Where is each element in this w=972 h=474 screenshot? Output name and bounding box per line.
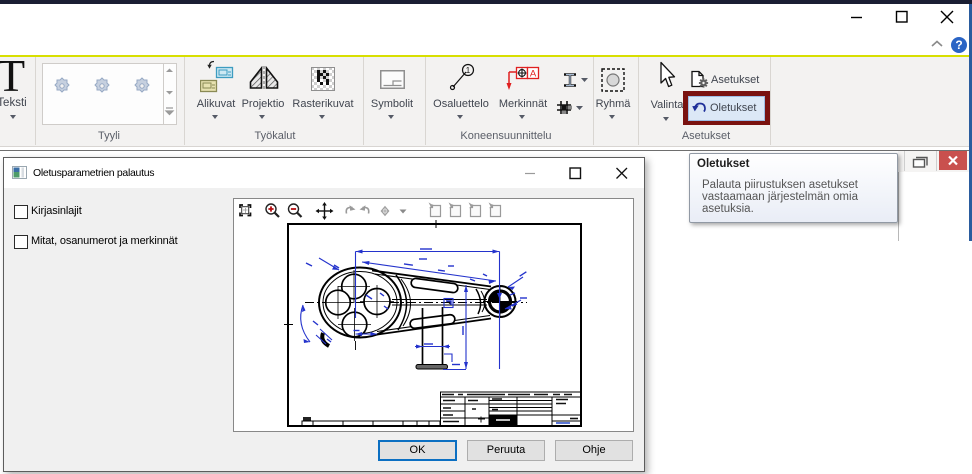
svg-text:A: A — [530, 69, 537, 80]
svg-text:1: 1 — [466, 66, 471, 75]
svg-text:?: ? — [955, 38, 962, 52]
